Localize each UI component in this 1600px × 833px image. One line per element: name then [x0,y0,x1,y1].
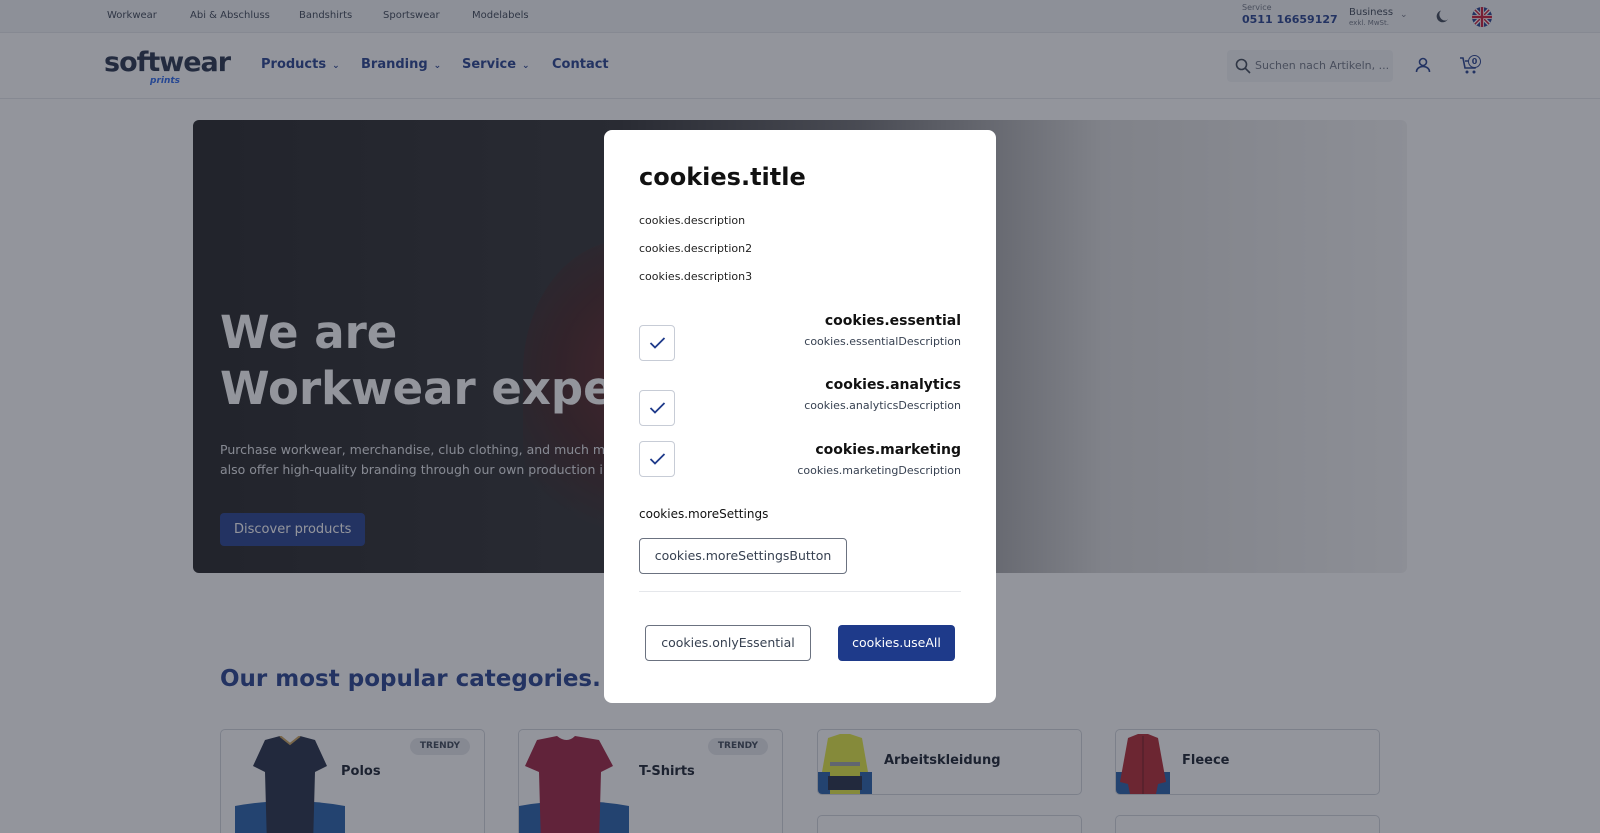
analytics-description: cookies.analyticsDescription [804,399,961,412]
divider [639,591,961,592]
cookie-description3: cookies.description3 [639,270,753,283]
analytics-title: cookies.analytics [825,377,961,393]
essential-checkbox[interactable] [639,325,675,361]
more-settings-label: cookies.moreSettings [639,507,769,521]
essential-description: cookies.essentialDescription [804,335,961,348]
analytics-checkbox[interactable] [639,390,675,426]
cookie-description2: cookies.description2 [639,242,753,255]
only-essential-button[interactable]: cookies.onlyEssential [645,625,811,661]
cookie-description: cookies.description [639,214,746,227]
checkmark-icon [649,453,666,465]
marketing-title: cookies.marketing [815,442,961,458]
checkmark-icon [649,337,666,349]
essential-title: cookies.essential [824,313,961,329]
cookie-consent-dialog: cookies.title cookies.description cookie… [604,130,996,703]
use-all-button[interactable]: cookies.useAll [838,625,955,661]
marketing-checkbox[interactable] [639,441,675,477]
more-settings-button[interactable]: cookies.moreSettingsButton [639,538,847,574]
marketing-description: cookies.marketingDescription [797,464,961,477]
cookie-title: cookies.title [639,163,806,191]
checkmark-icon [649,402,666,414]
